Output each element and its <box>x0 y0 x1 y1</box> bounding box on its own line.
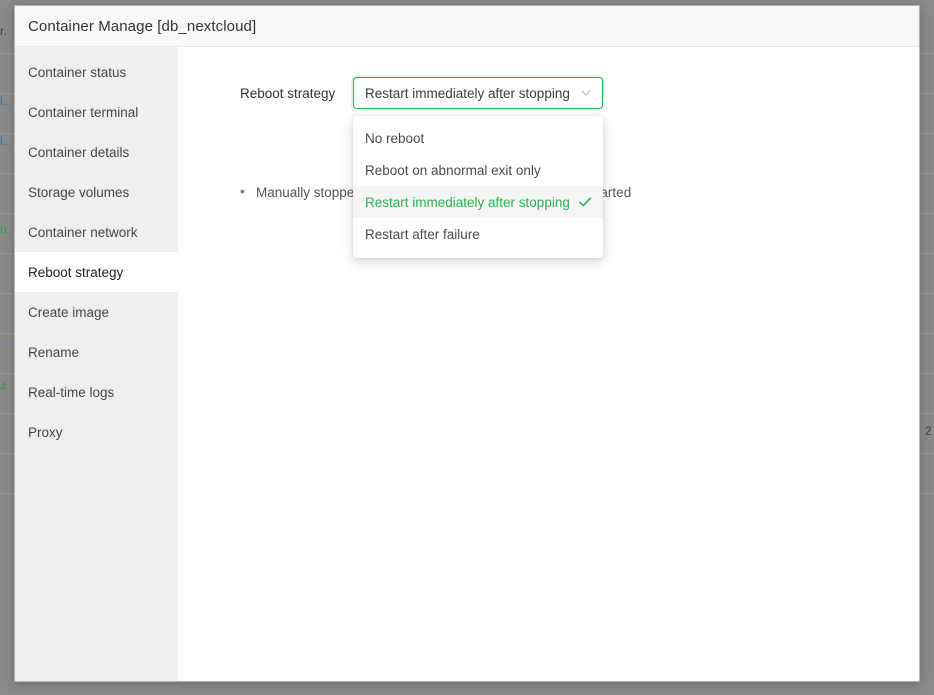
background-cell-text: 2 <box>925 424 932 438</box>
dialog-body: Container status Container terminal Contai… <box>15 47 919 681</box>
dropdown-option-3[interactable]: Restart after failure <box>353 218 603 250</box>
reboot-strategy-select-value: Restart immediately after stopping <box>365 85 570 101</box>
dropdown-option-label: Restart after failure <box>365 226 480 242</box>
sidebar-item-container-network[interactable]: Container network <box>15 212 178 252</box>
chevron-down-icon <box>580 87 592 99</box>
sidebar-item-container-details[interactable]: Container details <box>15 132 178 172</box>
sidebar-item-label: Create image <box>28 304 110 320</box>
background-cell-text: n. <box>0 222 11 236</box>
sidebar-item-label: Storage volumes <box>28 184 130 200</box>
reboot-strategy-field-row: Reboot strategy Restart immediately afte… <box>178 77 919 258</box>
sidebar-item-reboot-strategy[interactable]: Reboot strategy <box>15 252 178 292</box>
sidebar-item-label: Real-time logs <box>28 384 115 400</box>
dropdown-option-1[interactable]: Reboot on abnormal exit only <box>353 154 603 186</box>
dropdown-option-label: Reboot on abnormal exit only <box>365 162 541 178</box>
container-manage-dialog: Container Manage [db_nextcloud] Containe… <box>14 5 920 682</box>
sidebar-item-label: Proxy <box>28 424 63 440</box>
sidebar-item-container-status[interactable]: Container status <box>15 52 178 92</box>
sidebar-item-storage-volumes[interactable]: Storage volumes <box>15 172 178 212</box>
check-icon <box>578 195 592 209</box>
sidebar-item-label: Reboot strategy <box>28 264 124 280</box>
dropdown-option-label: No reboot <box>365 130 425 146</box>
sidebar-item-label: Rename <box>28 344 80 360</box>
background-cell-text: l.. <box>0 94 10 108</box>
dropdown-option-label: Restart immediately after stopping <box>365 194 570 210</box>
reboot-strategy-select[interactable]: Restart immediately after stopping <box>353 77 603 109</box>
dialog-main-pane: Reboot strategy Restart immediately afte… <box>178 47 919 681</box>
dialog-title: Container Manage [db_nextcloud] <box>28 17 257 35</box>
background-cell-text: 4 <box>0 380 7 394</box>
background-cell-text: ... <box>0 341 11 355</box>
sidebar-item-create-image[interactable]: Create image <box>15 292 178 332</box>
reboot-strategy-dropdown: No reboot Reboot on abnormal exit only Res… <box>353 116 603 258</box>
sidebar-item-label: Container network <box>28 224 138 240</box>
dialog-header: Container Manage [db_nextcloud] <box>15 6 919 47</box>
sidebar-item-proxy[interactable]: Proxy <box>15 412 178 452</box>
sidebar-item-label: Container status <box>28 64 127 80</box>
reboot-strategy-label: Reboot strategy <box>240 85 336 101</box>
background-cell-text: l.. <box>0 134 10 148</box>
dropdown-option-0[interactable]: No reboot <box>353 122 603 154</box>
sidebar-item-real-time-logs[interactable]: Real-time logs <box>15 372 178 412</box>
dialog-sidebar: Container status Container terminal Contai… <box>15 47 178 681</box>
reboot-strategy-select-wrap: Restart immediately after stopping No re… <box>353 77 603 258</box>
background-cell-text: r. <box>0 24 7 38</box>
sidebar-item-label: Container details <box>28 144 130 160</box>
sidebar-item-container-terminal[interactable]: Container terminal <box>15 92 178 132</box>
dropdown-option-2[interactable]: Restart immediately after stopping <box>353 186 603 218</box>
sidebar-item-label: Container terminal <box>28 104 139 120</box>
sidebar-item-rename[interactable]: Rename <box>15 332 178 372</box>
